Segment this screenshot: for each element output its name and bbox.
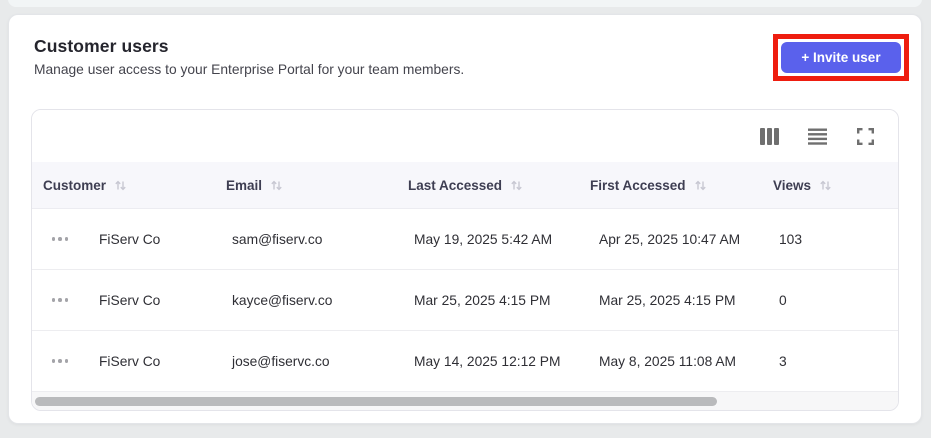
column-header-customer[interactable]: Customer xyxy=(32,178,226,193)
cell-customer: FiServ Co xyxy=(99,231,161,247)
sort-icon xyxy=(819,179,832,192)
table-header-row: Customer Email Last Accessed First Acces… xyxy=(32,162,898,209)
page-title: Customer users xyxy=(34,36,169,56)
table-row: FiServ Co sam@fiserv.co May 19, 2025 5:4… xyxy=(32,209,898,270)
users-table-panel: Customer Email Last Accessed First Acces… xyxy=(31,109,899,411)
column-header-views[interactable]: Views xyxy=(773,178,898,193)
cell-views: 103 xyxy=(779,231,803,247)
cell-last-accessed: May 19, 2025 5:42 AM xyxy=(414,231,553,247)
table-row: FiServ Co kayce@fiserv.co Mar 25, 2025 4… xyxy=(32,270,898,331)
sort-icon xyxy=(694,179,707,192)
page-subtitle: Manage user access to your Enterprise Po… xyxy=(34,62,465,77)
cell-first-accessed: May 8, 2025 11:08 AM xyxy=(599,353,737,369)
cell-customer: FiServ Co xyxy=(99,353,161,369)
table-row: FiServ Co jose@fiservc.co May 14, 2025 1… xyxy=(32,331,898,392)
horizontal-scrollbar-track[interactable] xyxy=(32,392,898,410)
invite-user-button[interactable]: + Invite user xyxy=(781,42,901,73)
previous-section-edge xyxy=(8,0,922,7)
sort-icon xyxy=(510,179,523,192)
cell-views: 0 xyxy=(779,292,787,308)
cell-email: jose@fiservc.co xyxy=(232,353,330,369)
cell-views: 3 xyxy=(779,353,787,369)
row-actions-menu-icon[interactable] xyxy=(48,233,73,245)
horizontal-scrollbar-thumb[interactable] xyxy=(35,397,717,406)
customer-users-card: Customer users Manage user access to you… xyxy=(8,14,922,424)
column-header-email[interactable]: Email xyxy=(226,178,408,193)
cell-last-accessed: May 14, 2025 12:12 PM xyxy=(414,353,561,369)
column-header-last-accessed[interactable]: Last Accessed xyxy=(408,178,590,193)
fullscreen-icon[interactable] xyxy=(852,123,878,149)
table-toolbar xyxy=(32,110,898,162)
cell-first-accessed: Mar 25, 2025 4:15 PM xyxy=(599,292,736,308)
annotation-highlight-box: + Invite user xyxy=(773,34,909,81)
row-height-icon[interactable] xyxy=(804,123,830,149)
cell-last-accessed: Mar 25, 2025 4:15 PM xyxy=(414,292,551,308)
cell-email: sam@fiserv.co xyxy=(232,231,323,247)
row-actions-menu-icon[interactable] xyxy=(48,294,73,306)
cell-customer: FiServ Co xyxy=(99,292,161,308)
column-header-first-accessed[interactable]: First Accessed xyxy=(590,178,773,193)
row-actions-menu-icon[interactable] xyxy=(48,355,73,367)
sort-icon xyxy=(270,179,283,192)
columns-icon[interactable] xyxy=(756,123,782,149)
cell-first-accessed: Apr 25, 2025 10:47 AM xyxy=(599,231,741,247)
sort-icon xyxy=(114,179,127,192)
cell-email: kayce@fiserv.co xyxy=(232,292,333,308)
